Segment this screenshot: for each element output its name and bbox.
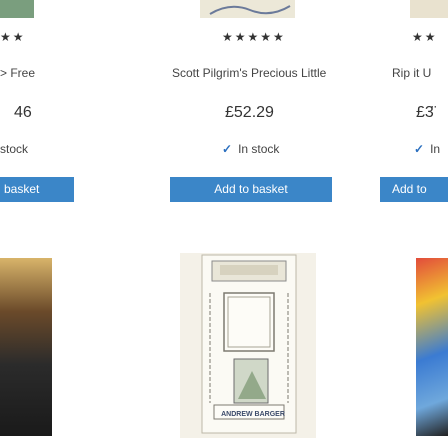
book-thumbnail-strip[interactable]	[0, 0, 34, 18]
product-card-right: ★★ Rip it U £3̈ ✓ In Add to	[380, 0, 448, 448]
rating-stars: ★★	[412, 30, 438, 44]
product-title[interactable]: Rip it U	[392, 66, 431, 80]
book-cover-image[interactable]	[416, 258, 448, 436]
book-thumbnail-strip[interactable]	[410, 0, 448, 18]
product-title[interactable]: Scott Pilgrim's Precious Little	[172, 66, 326, 80]
stock-status: ✓ In	[414, 142, 440, 156]
check-icon: ✓	[222, 142, 233, 156]
stock-label: In stock	[238, 142, 280, 156]
product-card-left: ★★ > Free 46 stock basket	[0, 0, 74, 448]
check-icon: ✓	[414, 142, 425, 156]
book-thumbnail-strip[interactable]	[200, 0, 295, 18]
add-to-basket-button[interactable]: Add to basket	[170, 177, 332, 202]
product-price: £52.29	[225, 104, 274, 121]
book-cover-image[interactable]: ANDREW BARGER	[180, 253, 316, 438]
stock-label: In	[430, 142, 441, 156]
stock-status: stock	[0, 142, 29, 156]
product-price: 46	[14, 104, 32, 121]
add-to-basket-button[interactable]: basket	[0, 177, 74, 202]
product-price: £3̈	[416, 104, 434, 121]
product-card-middle: ★★★★★ Scott Pilgrim's Precious Little £5…	[170, 0, 332, 448]
rating-stars: ★★★★★	[222, 30, 286, 44]
rating-stars: ★★	[0, 30, 26, 44]
book-cover-author: ANDREW BARGER	[221, 411, 285, 418]
book-cover-image[interactable]	[0, 258, 52, 436]
product-availability: > Free	[0, 66, 36, 80]
stock-status: ✓ In stock	[222, 142, 279, 156]
availability-label: Free	[10, 66, 36, 80]
book-thumbnail-icon	[200, 0, 295, 18]
add-to-basket-button[interactable]: Add to	[380, 177, 448, 202]
